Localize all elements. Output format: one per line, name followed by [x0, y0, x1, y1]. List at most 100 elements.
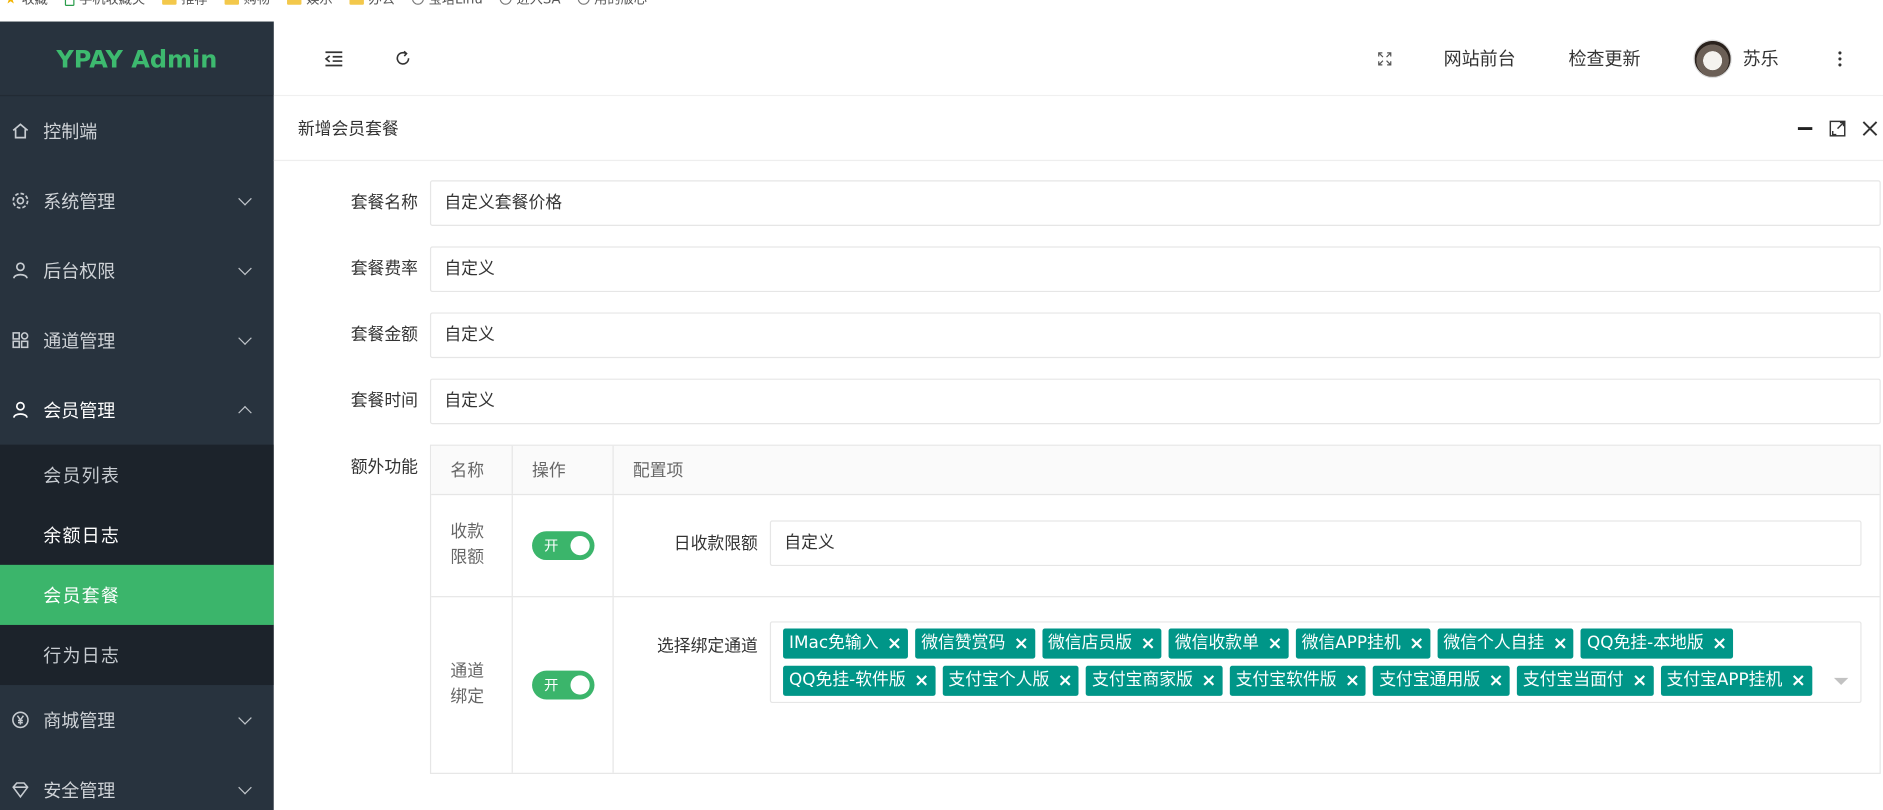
bookmark-item[interactable]: 办公	[349, 0, 395, 8]
yen-icon	[10, 709, 32, 731]
sidebar-item-label: 会员管理	[43, 399, 116, 422]
channel-tag: 微信店员版 ×	[1042, 628, 1162, 659]
channel-tag: 支付宝个人版 ×	[942, 665, 1079, 696]
logo[interactable]: YPAY Admin	[0, 21, 274, 97]
remove-tag-icon[interactable]: ×	[914, 666, 929, 696]
remove-tag-icon[interactable]: ×	[1058, 666, 1073, 696]
globe-icon	[499, 0, 512, 5]
panel-header: 新增会员套餐	[273, 96, 1883, 162]
form-row-rate: 套餐费率 自定义	[274, 246, 1883, 294]
sidebar-item-mall[interactable]: 商城管理	[0, 685, 274, 755]
remove-tag-icon[interactable]: ×	[1632, 666, 1647, 696]
check-update-link[interactable]: 检查更新	[1569, 46, 1641, 71]
remove-tag-icon[interactable]: ×	[1791, 666, 1806, 696]
plan-rate-input[interactable]: 自定义	[429, 246, 1881, 293]
remove-tag-icon[interactable]: ×	[1141, 629, 1156, 659]
folder-icon	[161, 0, 177, 5]
apps-icon	[10, 329, 32, 351]
user-icon	[10, 399, 32, 421]
table-row-collection-limit: 收款限额 开 日收款限额 自定义	[431, 495, 1880, 598]
bookmark-item[interactable]: 推荐	[161, 0, 208, 8]
remove-tag-icon[interactable]: ×	[1489, 666, 1504, 696]
diamond-icon	[10, 779, 32, 801]
minimize-button[interactable]	[1794, 118, 1816, 140]
extra-features-table: 名称 操作 配置项 收款限额 开 日收款限额 自定义 通道绑定 开 选择绑定通道…	[429, 444, 1881, 774]
refresh-button[interactable]	[390, 46, 414, 70]
daily-limit-input[interactable]: 自定义	[769, 520, 1862, 567]
bookmark-item[interactable]: 进入SA	[499, 0, 561, 8]
maximize-button[interactable]	[1827, 118, 1849, 140]
remove-tag-icon[interactable]: ×	[1553, 629, 1568, 659]
bookmark-item[interactable]: 娱乐	[286, 0, 333, 8]
sidebar-item-label: 系统管理	[43, 190, 116, 213]
close-button[interactable]	[1859, 118, 1881, 140]
chevron-down-icon	[238, 331, 252, 345]
column-header-name: 名称	[431, 445, 513, 494]
sidebar-item-channels[interactable]: 通道管理	[0, 305, 274, 375]
maximize-icon	[1829, 120, 1846, 137]
table-header: 名称 操作 配置项	[431, 445, 1880, 496]
channel-tag: 支付宝商家版 ×	[1086, 665, 1223, 696]
channel-tag: 微信APP挂机 ×	[1295, 628, 1431, 659]
chevron-down-icon	[238, 780, 252, 795]
channel-tag: IMac免输入 ×	[783, 628, 909, 659]
bookmark-item[interactable]: 手机收藏夹	[64, 0, 145, 8]
sidebar-item-label: 通道管理	[43, 329, 116, 352]
channel-multiselect[interactable]: IMac免输入 × 微信赞赏码 × 微信店员版 × 微信收款单 × 微信APP挂机 × 微…	[769, 621, 1862, 704]
form-label-time: 套餐时间	[350, 391, 418, 412]
channel-binding-toggle[interactable]: 开	[532, 670, 595, 700]
more-menu-button[interactable]	[1828, 46, 1852, 70]
folder-icon	[349, 0, 364, 5]
globe-icon	[577, 0, 590, 5]
more-vertical-icon	[1838, 50, 1842, 66]
chevron-up-icon	[238, 405, 252, 420]
sidebar-item-dashboard[interactable]: 控制端	[0, 96, 274, 166]
channel-tag: 支付宝当面付 ×	[1516, 665, 1654, 696]
username[interactable]: 苏乐	[1743, 46, 1779, 71]
submenu-item-member-list[interactable]: 会员列表	[0, 445, 274, 505]
sidebar-item-system[interactable]: 系统管理	[0, 166, 274, 236]
sidebar-item-label: 商城管理	[43, 709, 116, 732]
menu-fold-icon	[324, 50, 343, 66]
bookmark-item[interactable]: ★收藏	[5, 0, 48, 8]
plan-time-input[interactable]: 自定义	[429, 378, 1881, 425]
plan-amount-input[interactable]: 自定义	[429, 312, 1881, 359]
bookmark-item[interactable]: 用的版心	[577, 0, 647, 8]
submenu-item-member-plans[interactable]: 会员套餐	[0, 564, 274, 625]
sidebar-item-permissions[interactable]: 后台权限	[0, 236, 274, 306]
submenu-item-balance-log[interactable]: 余额日志	[0, 505, 274, 565]
app-root: ★收藏 手机收藏夹 推荐 购物 娱乐 办公 宝塔Linu 进入SA 用的版心 Y…	[0, 0, 1883, 810]
remove-tag-icon[interactable]: ×	[1345, 666, 1360, 696]
row-name-channel-binding: 通道绑定	[431, 597, 513, 773]
site-front-link[interactable]: 网站前台	[1444, 46, 1516, 71]
remove-tag-icon[interactable]: ×	[887, 629, 902, 659]
remove-tag-icon[interactable]: ×	[1409, 629, 1424, 659]
fullscreen-button[interactable]	[1374, 47, 1396, 69]
collection-limit-toggle[interactable]: 开	[532, 531, 595, 561]
chevron-down-icon	[238, 711, 252, 725]
remove-tag-icon[interactable]: ×	[1014, 629, 1029, 659]
folder-icon	[286, 0, 302, 5]
column-header-action: 操作	[513, 445, 614, 494]
sidebar-item-security[interactable]: 安全管理	[0, 755, 274, 810]
plan-name-input[interactable]: 自定义套餐价格	[429, 180, 1881, 226]
dropdown-arrow-icon[interactable]	[1833, 677, 1849, 686]
close-icon	[1862, 121, 1878, 136]
user-icon	[10, 260, 32, 282]
form-label-rate: 套餐费率	[350, 259, 418, 279]
chevron-down-icon	[238, 191, 252, 206]
bookmark-item[interactable]: 购物	[224, 0, 270, 8]
remove-tag-icon[interactable]: ×	[1201, 666, 1216, 696]
submenu-item-behavior-log[interactable]: 行为日志	[0, 625, 274, 685]
daily-limit-label: 日收款限额	[673, 534, 758, 555]
form-label-name: 套餐名称	[350, 193, 418, 213]
remove-tag-icon[interactable]: ×	[1267, 629, 1282, 659]
avatar[interactable]	[1693, 39, 1732, 78]
form-row-name: 套餐名称 自定义套餐价格	[274, 180, 1883, 228]
remove-tag-icon[interactable]: ×	[1712, 629, 1727, 659]
bookmark-item[interactable]: 宝塔Linu	[411, 0, 483, 8]
toggle-sidebar-button[interactable]	[322, 46, 346, 70]
channel-tag: QQ免挂-软件版 ×	[783, 665, 936, 696]
star-icon: ★	[5, 0, 17, 7]
sidebar-item-members[interactable]: 会员管理	[0, 375, 274, 445]
